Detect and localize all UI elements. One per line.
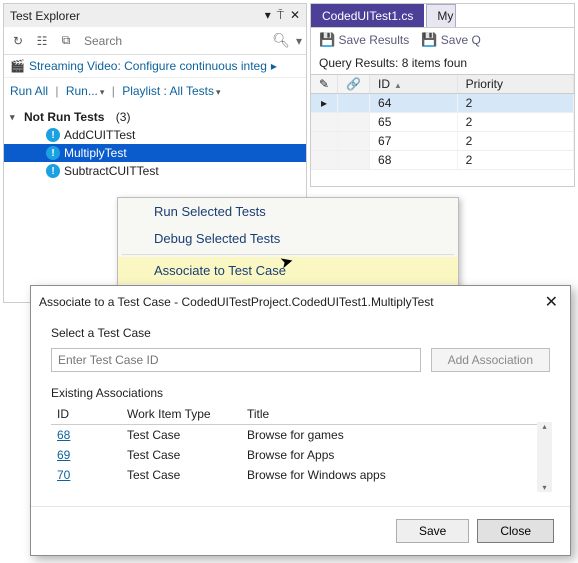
dialog-title: Associate to a Test Case - CodedUITestPr… xyxy=(39,295,541,309)
scroll-down-icon: ▾ xyxy=(542,483,546,492)
test-case-id-input[interactable] xyxy=(51,348,421,372)
dialog-buttons: Save Close xyxy=(31,506,570,555)
table-row[interactable]: 652 xyxy=(311,113,574,132)
refresh-icon[interactable]: ↻ xyxy=(8,31,28,51)
table-row[interactable]: 69Test CaseBrowse for Apps xyxy=(51,445,550,465)
col-title[interactable]: Title xyxy=(241,404,550,425)
document-tabs: CodedUITest1.cs My xyxy=(311,4,574,27)
test-explorer-links: Run All | Run... | Playlist : All Tests xyxy=(4,78,306,104)
dialog-titlebar: Associate to a Test Case - CodedUITestPr… xyxy=(31,286,570,318)
save-query-label: Save Q xyxy=(441,33,481,47)
close-icon[interactable]: ✕ xyxy=(290,8,300,23)
ctx-associate-test-case[interactable]: Associate to Test Case xyxy=(118,257,458,284)
streaming-video-link[interactable]: 🎬 Streaming Video: Configure continuous … xyxy=(4,55,306,78)
edit-icon: ✎ xyxy=(311,75,338,94)
playlist-link[interactable]: Playlist : All Tests xyxy=(122,84,220,98)
info-icon: ! xyxy=(46,128,60,142)
table-row[interactable]: 68Test CaseBrowse for games xyxy=(51,425,550,446)
scroll-up-icon: ▴ xyxy=(542,422,546,431)
select-test-case-label: Select a Test Case xyxy=(51,326,550,340)
save-button[interactable]: Save xyxy=(396,519,469,543)
table-row[interactable]: 672 xyxy=(311,132,574,151)
caret-down-icon: ▾ xyxy=(10,112,20,123)
dropdown-icon[interactable]: ▾ xyxy=(296,34,302,48)
save-results-label: Save Results xyxy=(339,33,410,47)
id-link[interactable]: 70 xyxy=(57,468,70,482)
sort-asc-icon: ▲ xyxy=(394,81,402,90)
search-input[interactable] xyxy=(80,32,268,50)
tree-group-not-run[interactable]: ▾ Not Run Tests (3) xyxy=(4,108,306,126)
table-row[interactable]: 70Test CaseBrowse for Windows apps xyxy=(51,465,550,485)
tree-item-selected[interactable]: ! MultiplyTest xyxy=(4,144,306,162)
info-icon: ! xyxy=(46,164,60,178)
separator xyxy=(122,254,454,255)
col-id[interactable]: ID xyxy=(51,404,121,425)
table-header: ID Work Item Type Title xyxy=(51,404,550,425)
tree-item[interactable]: ! SubtractCUITTest xyxy=(4,162,306,180)
test-label: MultiplyTest xyxy=(64,146,127,160)
chevron-right-icon: ▸ xyxy=(271,59,277,73)
pin-icon[interactable]: ⍑ xyxy=(277,8,284,23)
streaming-label: Streaming Video: Configure continuous in… xyxy=(29,59,267,73)
save-query-button[interactable]: 💾 Save Q xyxy=(421,32,481,48)
save-icon: 💾 xyxy=(319,32,335,47)
close-button[interactable]: Close xyxy=(477,519,554,543)
associations-table: ID Work Item Type Title 68Test CaseBrows… xyxy=(51,404,550,485)
results-grid[interactable]: ✎ 🔗 ID▲ Priority ▸642 652 672 682 xyxy=(311,75,574,170)
run-link[interactable]: Run... xyxy=(66,84,105,98)
film-icon: 🎬 xyxy=(10,59,25,73)
scrollbar[interactable]: ▴▾ xyxy=(537,422,552,492)
col-id[interactable]: ID▲ xyxy=(370,75,458,94)
dialog-close-button[interactable]: ✕ xyxy=(541,292,562,312)
dropdown-icon[interactable]: ▾ xyxy=(265,8,271,23)
save-results-button[interactable]: 💾 Save Results xyxy=(319,32,409,48)
associate-dialog: Associate to a Test Case - CodedUITestPr… xyxy=(30,285,571,556)
info-icon: ! xyxy=(46,146,60,160)
test-explorer-toolbar: ↻ ☷ ⧉ 🔍︎ ▾ xyxy=(4,27,306,55)
table-row[interactable]: 682 xyxy=(311,151,574,170)
coded-ui-panel: CodedUITest1.cs My 💾 Save Results 💾 Save… xyxy=(310,3,575,187)
query-results-text: Query Results: 8 items foun xyxy=(311,52,574,75)
group-label: Not Run Tests xyxy=(24,110,104,124)
test-label: AddCUITTest xyxy=(64,128,135,142)
tab-codeduitest[interactable]: CodedUITest1.cs xyxy=(311,4,424,27)
grid-header: ✎ 🔗 ID▲ Priority xyxy=(311,75,574,94)
tree-item[interactable]: ! AddCUITTest xyxy=(4,126,306,144)
test-tree: ▾ Not Run Tests (3) ! AddCUITTest ! Mult… xyxy=(4,104,306,184)
tab-other[interactable]: My xyxy=(426,4,456,27)
existing-associations-label: Existing Associations xyxy=(51,386,550,400)
panel-title: Test Explorer xyxy=(10,9,265,23)
add-association-button[interactable]: Add Association xyxy=(431,348,550,372)
test-label: SubtractCUITTest xyxy=(64,164,159,178)
results-toolbar: 💾 Save Results 💾 Save Q xyxy=(311,27,574,52)
table-row[interactable]: ▸642 xyxy=(311,94,574,113)
search-icon[interactable]: 🔍︎ xyxy=(272,32,290,49)
ctx-debug-selected[interactable]: Debug Selected Tests xyxy=(118,225,458,252)
test-explorer-titlebar: Test Explorer ▾ ⍑ ✕ xyxy=(4,4,306,27)
link-icon: 🔗 xyxy=(338,75,370,94)
run-all-link[interactable]: Run All xyxy=(10,84,48,98)
group-count: (3) xyxy=(116,110,131,124)
filter-icon[interactable]: ⧉ xyxy=(56,31,76,51)
id-link[interactable]: 69 xyxy=(57,448,70,462)
col-work-item-type[interactable]: Work Item Type xyxy=(121,404,241,425)
group-icon[interactable]: ☷ xyxy=(32,31,52,51)
id-link[interactable]: 68 xyxy=(57,428,70,442)
col-priority[interactable]: Priority xyxy=(457,75,573,94)
ctx-run-selected[interactable]: Run Selected Tests xyxy=(118,198,458,225)
save-icon: 💾 xyxy=(421,32,437,47)
